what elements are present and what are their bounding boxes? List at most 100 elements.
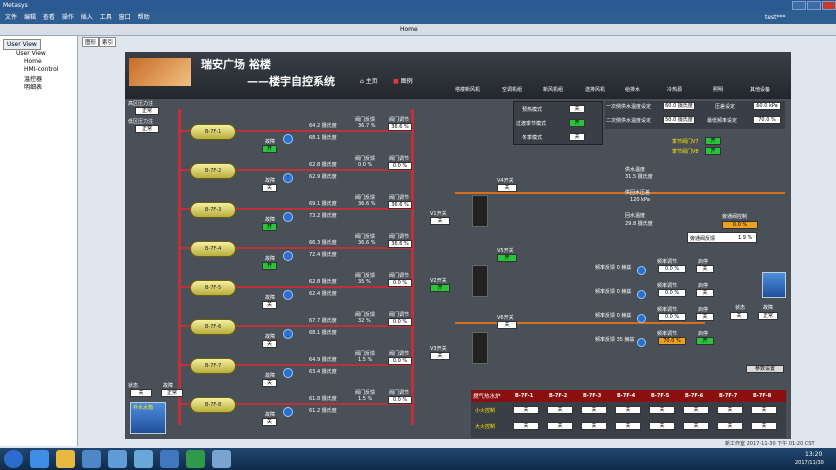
burner-table-cell[interactable]: 关 bbox=[581, 406, 607, 414]
bypass-control-value[interactable]: 0.0 % bbox=[722, 221, 758, 229]
menu-help[interactable]: 帮助 bbox=[138, 14, 150, 21]
vfd-set-value[interactable]: 0.0 % bbox=[658, 265, 686, 273]
valve-switch-value[interactable]: 开 bbox=[497, 254, 517, 262]
valve-switch-value[interactable]: 关 bbox=[430, 217, 450, 225]
mode-winter-value[interactable]: 关 bbox=[569, 133, 585, 141]
burner-table-cell[interactable]: 关 bbox=[751, 406, 777, 414]
pump-status[interactable]: 开 bbox=[262, 223, 277, 231]
season-valve-v7-value[interactable]: 开 bbox=[705, 137, 721, 145]
season-valve-v8-value[interactable]: 开 bbox=[705, 147, 721, 155]
burner-table-cell[interactable]: 关 bbox=[649, 406, 675, 414]
burner-table-cell[interactable]: 关 bbox=[513, 406, 539, 414]
burner-table-cell[interactable]: 关 bbox=[615, 406, 641, 414]
pump-status[interactable]: 开 bbox=[262, 262, 277, 270]
burner-table-cell[interactable]: 关 bbox=[615, 422, 641, 430]
ie-icon[interactable] bbox=[30, 450, 49, 468]
menu-action[interactable]: 操作 bbox=[62, 14, 74, 21]
app-icon-3[interactable] bbox=[134, 450, 153, 468]
vfd-set-value[interactable]: 0.0 % bbox=[658, 313, 686, 321]
app-icon-2[interactable] bbox=[108, 450, 127, 468]
menu-edit[interactable]: 编辑 bbox=[24, 14, 36, 21]
burner-table-cell[interactable]: 关 bbox=[581, 422, 607, 430]
parameter-settings-button[interactable]: 参数设置 bbox=[746, 365, 784, 373]
vfd-pump-value[interactable]: 关 bbox=[696, 289, 714, 297]
boiler-tank[interactable]: B-7F-8 bbox=[190, 397, 236, 413]
minimize-button[interactable] bbox=[792, 1, 806, 10]
valve-set-value[interactable]: 36.6 % bbox=[388, 201, 412, 209]
legend-link[interactable]: ■ 图例 bbox=[393, 76, 413, 85]
start-button-icon[interactable] bbox=[4, 450, 23, 468]
tree-node-home[interactable]: Home bbox=[24, 58, 42, 65]
boiler-tank[interactable]: B-7F-3 bbox=[190, 202, 236, 218]
menu-window[interactable]: 窗口 bbox=[119, 14, 131, 21]
nav-lighting[interactable]: 照明 bbox=[713, 86, 723, 93]
valve-set-value[interactable]: 36.6 % bbox=[388, 123, 412, 131]
nav-water[interactable]: 给排水 bbox=[625, 86, 640, 93]
pump-status[interactable]: 关 bbox=[262, 184, 277, 192]
tab-graphic[interactable]: 图形 bbox=[82, 37, 100, 47]
valve-set-value[interactable]: 0.0 % bbox=[388, 357, 412, 365]
pump-status[interactable]: 关 bbox=[262, 301, 277, 309]
menu-view[interactable]: 查看 bbox=[43, 14, 55, 21]
user-view-tab[interactable]: User View bbox=[3, 39, 41, 50]
menu-file[interactable]: 文件 bbox=[5, 14, 17, 21]
home-link[interactable]: ⌂ 主页 bbox=[360, 76, 378, 85]
vfd-pump-value[interactable]: 关 bbox=[696, 313, 714, 321]
app-icon-1[interactable] bbox=[82, 450, 101, 468]
app-icon-5[interactable] bbox=[212, 450, 231, 468]
menu-insert[interactable]: 插入 bbox=[81, 14, 93, 21]
valve-switch-value[interactable]: 关 bbox=[497, 184, 517, 192]
valve-set-value[interactable]: 0.0 % bbox=[388, 162, 412, 170]
pump-status[interactable]: 关 bbox=[262, 379, 277, 387]
explorer-icon[interactable] bbox=[56, 450, 75, 468]
burner-table-cell[interactable]: 关 bbox=[717, 406, 743, 414]
valve-set-value[interactable]: 0.0 % bbox=[388, 396, 412, 404]
boiler-tank[interactable]: B-7F-6 bbox=[190, 319, 236, 335]
tree-node-hmi[interactable]: HMI-control bbox=[24, 66, 58, 73]
vfd-set-value[interactable]: 0.0 % bbox=[658, 289, 686, 297]
burner-table-cell[interactable]: 关 bbox=[649, 422, 675, 430]
valve-switch-value[interactable]: 关 bbox=[497, 321, 517, 329]
nav-other[interactable]: 其他设备 bbox=[750, 86, 770, 93]
nav-tower-fresh-air[interactable]: 塔楼新风机 bbox=[455, 86, 480, 93]
nav-fresh-air-unit[interactable]: 新风机组 bbox=[543, 86, 563, 93]
tree-node-detail[interactable]: 明细表 bbox=[24, 82, 42, 91]
nav-exhaust-fan[interactable]: 送排风机 bbox=[585, 86, 605, 93]
menu-tools[interactable]: 工具 bbox=[100, 14, 112, 21]
burner-table-cell[interactable]: 关 bbox=[683, 406, 709, 414]
burner-table-cell[interactable]: 关 bbox=[683, 422, 709, 430]
nav-ahu[interactable]: 空调机组 bbox=[502, 86, 522, 93]
valve-switch-value[interactable]: 开 bbox=[430, 284, 450, 292]
boiler-tank[interactable]: B-7F-7 bbox=[190, 358, 236, 374]
boiler-tank[interactable]: B-7F-5 bbox=[190, 280, 236, 296]
burner-table-cell[interactable]: 关 bbox=[513, 422, 539, 430]
mode-preheat-value[interactable]: 关 bbox=[569, 105, 585, 113]
pump-status[interactable]: 关 bbox=[262, 418, 277, 426]
vfd-set-value[interactable]: 70.0 % bbox=[658, 337, 686, 345]
valve-set-value[interactable]: 0.0 % bbox=[388, 318, 412, 326]
boiler-tank[interactable]: B-7F-1 bbox=[190, 124, 236, 140]
boiler-tank[interactable]: B-7F-2 bbox=[190, 163, 236, 179]
close-button[interactable] bbox=[822, 1, 836, 10]
dp-setpoint-value[interactable]: 60.0 kPa bbox=[753, 102, 781, 110]
pump-status[interactable]: 开 bbox=[262, 145, 277, 153]
primary-supply-setpoint-value[interactable]: 60.0 摄氏度 bbox=[663, 102, 695, 110]
burner-table-cell[interactable]: 关 bbox=[717, 422, 743, 430]
app-icon-4[interactable] bbox=[160, 450, 179, 468]
vfd-pump-value[interactable]: 开 bbox=[696, 337, 714, 345]
vfd-pump-value[interactable]: 关 bbox=[696, 265, 714, 273]
secondary-supply-setpoint-value[interactable]: 50.0 摄氏度 bbox=[663, 116, 695, 124]
valve-switch-value[interactable]: 关 bbox=[430, 352, 450, 360]
tree-node-user-view[interactable]: User View bbox=[16, 50, 46, 57]
valve-set-value[interactable]: 36.6 % bbox=[388, 240, 412, 248]
tab-index[interactable]: 索引 bbox=[99, 37, 117, 47]
burner-table-cell[interactable]: 关 bbox=[547, 422, 573, 430]
pump-status[interactable]: 关 bbox=[262, 340, 277, 348]
burner-table-cell[interactable]: 关 bbox=[751, 422, 777, 430]
valve-set-value[interactable]: 0.0 % bbox=[388, 279, 412, 287]
nav-heat-source[interactable]: 冷热源 bbox=[667, 86, 682, 93]
excel-icon[interactable] bbox=[186, 450, 205, 468]
min-freq-setpoint-value[interactable]: 70.0 % bbox=[753, 116, 781, 124]
maximize-button[interactable] bbox=[807, 1, 821, 10]
boiler-tank[interactable]: B-7F-4 bbox=[190, 241, 236, 257]
